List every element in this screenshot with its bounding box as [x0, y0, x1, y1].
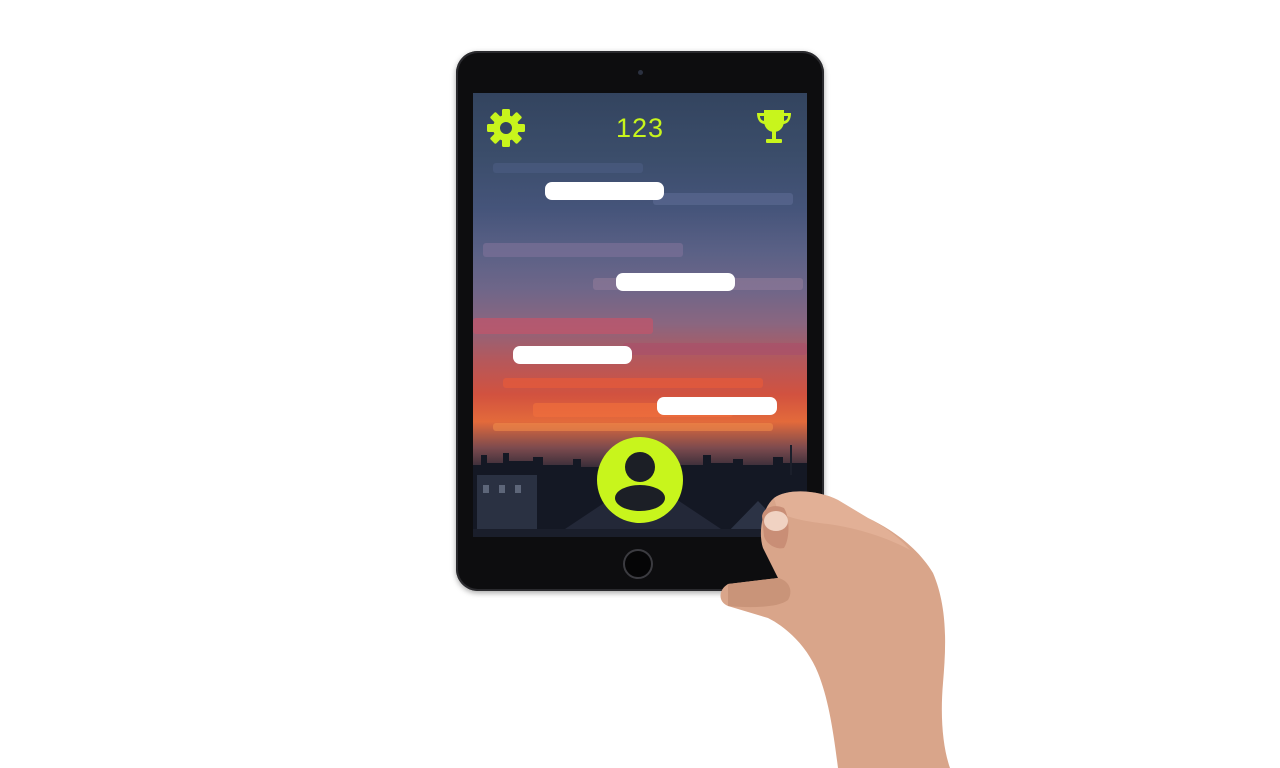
game-screen[interactable]: 123 — [473, 93, 807, 537]
trophy-icon[interactable] — [753, 107, 795, 149]
platform — [616, 273, 735, 291]
sky-cloud — [493, 423, 773, 431]
sky-cloud — [493, 163, 643, 173]
hand — [720, 491, 950, 768]
gear-icon[interactable] — [486, 108, 526, 148]
sky-cloud — [503, 378, 763, 388]
sky-cloud — [653, 193, 793, 205]
sky-cloud — [483, 243, 683, 257]
platform — [513, 346, 632, 364]
sky-cloud — [623, 343, 807, 355]
player-avatar[interactable] — [596, 436, 684, 524]
platform — [657, 397, 777, 415]
front-camera — [638, 70, 643, 75]
home-button[interactable] — [623, 549, 653, 579]
platform — [545, 182, 664, 200]
score-counter: 123 — [615, 113, 665, 143]
sky-cloud — [473, 318, 653, 334]
